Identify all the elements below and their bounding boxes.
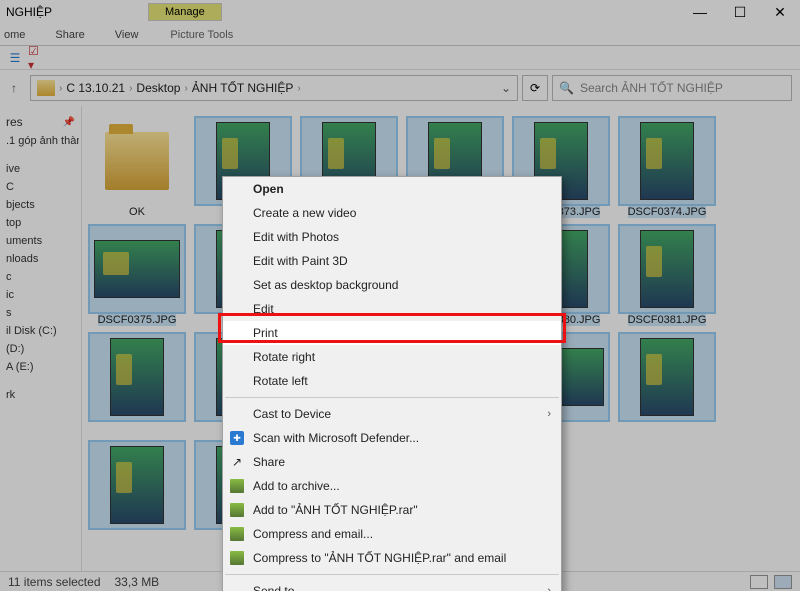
window-title: NGHIỆP (6, 5, 52, 19)
ctx-share[interactable]: ↗Share (223, 450, 561, 474)
winrar-icon (229, 550, 245, 566)
file-label: DSCF0375.JPG (98, 314, 177, 326)
thumbnail (620, 118, 714, 204)
ctx-open[interactable]: Open (223, 177, 561, 201)
thumbnail (620, 334, 714, 420)
ctx-print[interactable]: Print (223, 321, 561, 345)
ctx-compress-rar-email[interactable]: Compress to "ẢNH TỐT NGHIỆP.rar" and ema… (223, 546, 561, 570)
sidebar-item[interactable]: c (2, 268, 79, 286)
image-item[interactable]: DSCF0374.JPG (620, 118, 714, 218)
sidebar-item[interactable]: il Disk (C:) (2, 322, 79, 340)
image-item[interactable]: DSCF0375.JPG (90, 226, 184, 326)
details-view-button[interactable] (750, 575, 768, 589)
ctx-add-archive[interactable]: Add to archive... (223, 474, 561, 498)
ctx-create-video[interactable]: Create a new video (223, 201, 561, 225)
thumbnail (90, 442, 184, 528)
maximize-button[interactable]: ☐ (720, 0, 760, 24)
sidebar-item[interactable]: top (2, 214, 79, 232)
folder-icon (37, 80, 55, 96)
tab-home[interactable]: ome (4, 29, 25, 41)
manage-tab[interactable]: Manage (148, 3, 222, 21)
ctx-edit[interactable]: Edit (223, 297, 561, 321)
sidebar-item[interactable]: rk (2, 386, 79, 404)
sidebar-item[interactable]: s (2, 304, 79, 322)
address-bar[interactable]: › C 13.10.21 › Desktop › ẢNH TỐT NGHIỆP … (30, 75, 518, 101)
thumbnail (90, 226, 184, 312)
breadcrumb[interactable]: C 13.10.21 (66, 81, 125, 95)
ribbon-tabs: ome Share View Picture Tools (0, 24, 800, 46)
ctx-edit-paint3d[interactable]: Edit with Paint 3D (223, 249, 561, 273)
chevron-right-icon: › (547, 408, 551, 420)
sidebar-item[interactable]: bjects (2, 196, 79, 214)
ctx-rotate-right[interactable]: Rotate right (223, 345, 561, 369)
titlebar: NGHIỆP Manage — ☐ ✕ (0, 0, 800, 24)
winrar-icon (229, 526, 245, 542)
defender-icon: ✚ (229, 430, 245, 446)
ctx-add-rar[interactable]: Add to "ẢNH TỐT NGHIỆP.rar" (223, 498, 561, 522)
picture-tools-label[interactable]: Picture Tools (170, 29, 233, 41)
file-label: DSCF0374.JPG (628, 206, 707, 218)
sidebar-item[interactable]: uments (2, 232, 79, 250)
ctx-cast[interactable]: Cast to Device› (223, 402, 561, 426)
sidebar-item[interactable]: ive (2, 160, 79, 178)
quick-access-toolbar: ☰ ☑ ▾ (0, 46, 800, 70)
sidebar[interactable]: res📌 .1 góp ảnh thàn ive C bjects top um… (0, 106, 82, 571)
winrar-icon (229, 478, 245, 494)
file-label: OK (129, 206, 145, 218)
nav-back-button[interactable]: ↑ (2, 76, 26, 100)
thumbnail (620, 226, 714, 312)
thumbnail (90, 118, 184, 204)
pin-icon: 📌 (63, 117, 75, 128)
share-icon: ↗ (229, 454, 245, 470)
thumbnail (90, 334, 184, 420)
search-icon: 🔍 (559, 81, 574, 95)
context-menu: Open Create a new video Edit with Photos… (222, 176, 562, 591)
refresh-button[interactable]: ⟳ (522, 75, 548, 101)
chevron-right-icon: › (547, 585, 551, 591)
properties-icon[interactable]: ☰ (6, 49, 24, 67)
quick-access-dropdown-icon[interactable]: ☑ ▾ (28, 49, 46, 67)
close-button[interactable]: ✕ (760, 0, 800, 24)
ctx-send-to[interactable]: Send to› (223, 579, 561, 591)
minimize-button[interactable]: — (680, 0, 720, 24)
sidebar-item[interactable]: (D:) (2, 340, 79, 358)
status-size: 33,3 MB (115, 575, 160, 589)
search-placeholder: Search ẢNH TỐT NGHIỆP (580, 81, 723, 95)
image-item[interactable] (620, 334, 714, 434)
ctx-edit-photos[interactable]: Edit with Photos (223, 225, 561, 249)
thumbnails-view-button[interactable] (774, 575, 792, 589)
sidebar-item[interactable]: res📌 (2, 112, 79, 132)
search-input[interactable]: 🔍 Search ẢNH TỐT NGHIỆP (552, 75, 792, 101)
breadcrumb[interactable]: ẢNH TỐT NGHIỆP (192, 81, 294, 95)
ctx-set-bg[interactable]: Set as desktop background (223, 273, 561, 297)
tab-view[interactable]: View (115, 29, 139, 41)
ctx-rotate-left[interactable]: Rotate left (223, 369, 561, 393)
sidebar-item[interactable]: .1 góp ảnh thàn (2, 132, 79, 150)
crumb-separator: › (59, 83, 62, 94)
status-selected: 11 items selected (8, 575, 101, 589)
sidebar-item[interactable]: A (E:) (2, 358, 79, 376)
ctx-defender[interactable]: ✚Scan with Microsoft Defender... (223, 426, 561, 450)
sidebar-item[interactable]: nloads (2, 250, 79, 268)
breadcrumb[interactable]: Desktop (136, 81, 180, 95)
ctx-compress-email[interactable]: Compress and email... (223, 522, 561, 546)
sidebar-item[interactable]: C (2, 178, 79, 196)
image-item[interactable]: DSCF0381.JPG (620, 226, 714, 326)
ctx-separator (225, 574, 559, 575)
folder-item[interactable]: OK (90, 118, 184, 218)
tab-share[interactable]: Share (55, 29, 84, 41)
address-row: ↑ › C 13.10.21 › Desktop › ẢNH TỐT NGHIỆ… (0, 70, 800, 106)
address-dropdown-icon[interactable]: ⌄ (501, 81, 511, 95)
sidebar-item[interactable]: ic (2, 286, 79, 304)
ctx-separator (225, 397, 559, 398)
image-item[interactable] (90, 442, 184, 530)
image-item[interactable] (90, 334, 184, 434)
winrar-icon (229, 502, 245, 518)
file-label: DSCF0381.JPG (628, 314, 707, 326)
